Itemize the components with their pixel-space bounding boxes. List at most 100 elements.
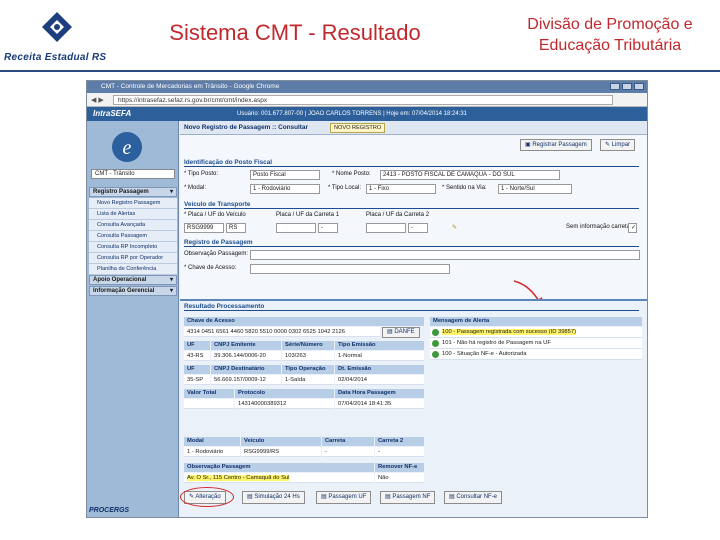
- value-data-hora: 07/04/2014 18:41:35: [335, 399, 424, 409]
- value-tipo-emissao: 1-Normal: [335, 351, 424, 361]
- window-titlebar: CMT - Controle de Mercadorias em Trânsit…: [87, 81, 647, 93]
- system-select[interactable]: CMT - Trânsito: [91, 169, 175, 179]
- input-carreta-2[interactable]: [366, 223, 406, 233]
- header-alerta: Mensagem de Alerta: [430, 317, 642, 326]
- address-bar: ◀ ▶ https://intrasefaz.sefaz.rs.gov.br/c…: [87, 93, 647, 107]
- receita-estadual-logo: Receita Estadual RS: [4, 6, 112, 68]
- value-carreta: -: [322, 447, 374, 457]
- sidebar-item-novo-registro[interactable]: Novo Registro Passagem: [89, 198, 177, 209]
- passagem-uf-button[interactable]: ▤ Passagem UF: [316, 491, 372, 504]
- url-field[interactable]: https://intrasefaz.sefaz.rs.gov.br/cmt/c…: [113, 95, 613, 105]
- search-icon[interactable]: ✎: [452, 224, 457, 231]
- value-uf-destino: 35-SP: [184, 375, 210, 385]
- diamond-logo-icon: [42, 12, 72, 42]
- value-remover: Não: [375, 473, 424, 483]
- register-button[interactable]: ▣ Registrar Passagem: [520, 139, 592, 151]
- select-uf[interactable]: RS: [226, 223, 246, 233]
- logo-text: Receita Estadual RS: [4, 52, 107, 63]
- slide: Receita Estadual RS Sistema CMT - Result…: [0, 0, 720, 540]
- value-carreta-2: -: [375, 447, 424, 457]
- checkbox-sem-carreta[interactable]: ✓: [628, 223, 637, 233]
- intranet-logo: IntraSEFA: [93, 109, 132, 118]
- select-modal[interactable]: 1 - Rodoviário: [250, 184, 320, 194]
- select-uf-carreta-2[interactable]: -: [408, 223, 428, 233]
- sidebar-group-informacao[interactable]: Informação Gerencial ▾: [89, 286, 177, 296]
- section-local: Identificação do Posto Fiscal: [184, 159, 639, 167]
- danfe-button[interactable]: ▤ DANFE: [382, 327, 420, 338]
- intranet-bar: IntraSEFA Usuário: 001.677.807-00 | JOAO…: [87, 107, 647, 121]
- alert-row: 100 - Situação NF-e - Autorizada: [430, 349, 642, 360]
- value-dt-emissao: 02/04/2014: [335, 375, 424, 385]
- check-circle-icon: [432, 329, 439, 336]
- svg-text:e: e: [123, 137, 132, 159]
- label-chave-acesso: * Chave de Acesso:: [184, 265, 237, 271]
- value-chave: 4314 0451 6561 4460 5820 5510 0000 0302 …: [184, 327, 380, 337]
- select-sentido[interactable]: 1 - Norte/Sul: [498, 184, 572, 194]
- label-observacao: Observação Passagem:: [184, 251, 249, 257]
- value-cnpj-destinatario: 56.669.157/0009-12: [211, 375, 281, 385]
- header-uf: UF: [184, 341, 210, 350]
- sidebar-item-lista-alertas[interactable]: Lista de Alertas: [89, 209, 177, 220]
- input-placa[interactable]: RSG9999: [184, 223, 224, 233]
- select-tipo-posto[interactable]: Posto Fiscal: [250, 170, 320, 180]
- header-carreta-2: Carreta 2: [375, 437, 424, 446]
- sidebar-item-consulta-rp-incompleto[interactable]: Consulta RP Incompleto: [89, 242, 177, 253]
- sidebar-menu: Registro Passagem ▾ Novo Registro Passage…: [89, 187, 177, 297]
- label-carreta-1: Placa / UF da Carreta 1: [276, 212, 340, 218]
- label-sentido: * Sentido na Via:: [442, 185, 487, 191]
- value-observacao: Av. O Sr., 115 Centro - Camaquã do Sul: [184, 473, 374, 483]
- maximize-icon[interactable]: [622, 83, 632, 90]
- value-protocolo: 143140000389312: [235, 399, 334, 409]
- input-observacao[interactable]: [250, 250, 640, 260]
- clear-button[interactable]: ✎ Limpar: [600, 139, 636, 151]
- header-chave: Chave de Acesso: [184, 317, 424, 326]
- back-forward-icon[interactable]: ◀ ▶: [91, 96, 104, 104]
- minimize-icon[interactable]: [610, 83, 620, 90]
- tab-novo-registro[interactable]: NOVO REGISTRO: [330, 123, 386, 133]
- select-nome-posto[interactable]: 2413 - POSTO FISCAL DE CAMAQUÃ - DO SUL: [380, 170, 560, 180]
- input-chave-acesso[interactable]: [250, 264, 450, 274]
- sidebar-group-registro[interactable]: Registro Passagem ▾: [89, 187, 177, 197]
- value-uf: 43-RS: [184, 351, 210, 361]
- chevron-down-icon: ▾: [169, 189, 173, 195]
- sidebar-item-consulta-avancada[interactable]: Consulta Avançada: [89, 220, 177, 231]
- header-carreta: Carreta: [322, 437, 374, 446]
- header-veiculo: Veículo: [241, 437, 321, 446]
- close-icon[interactable]: [634, 83, 644, 90]
- alert-row: 100 - Passagem registrada com sucesso (I…: [430, 327, 642, 338]
- label-modal: * Modal:: [184, 185, 207, 191]
- value-modal: 1 - Rodoviário: [184, 447, 240, 457]
- header-tipo-operacao: Tipo Operação: [282, 365, 334, 374]
- sidebar-item-consulta-passagem[interactable]: Consulta Passagem: [89, 231, 177, 242]
- header-valor-total: Valor Total: [184, 389, 234, 398]
- window-title: CMT - Controle de Mercadorias em Trânsit…: [101, 83, 280, 90]
- user-info: Usuário: 001.677.807-00 | JOAO CARLOS TO…: [237, 111, 468, 117]
- header-observacao: Observação Passagem: [184, 463, 374, 472]
- sidebar-item-planilha[interactable]: Planilha de Conferência: [89, 264, 177, 275]
- input-carreta-1[interactable]: [276, 223, 316, 233]
- label-tipo-local: * Tipo Local:: [328, 185, 362, 191]
- chevron-down-icon: ▾: [169, 288, 173, 294]
- sidebar-item-consulta-rp-operador[interactable]: Consulta RP por Operador: [89, 253, 177, 264]
- department-name: Divisão de Promoção e Educação Tributári…: [500, 14, 720, 56]
- value-tipo-operacao: 1-Saída: [282, 375, 334, 385]
- chevron-down-icon: ▾: [169, 277, 173, 283]
- highlight-circle-icon: [180, 487, 234, 507]
- app-screenshot: CMT - Controle de Mercadorias em Trânsit…: [86, 80, 648, 518]
- header-uf-destino: UF: [184, 365, 210, 374]
- department-line-2: Educação Tributária: [538, 37, 682, 54]
- procergs-logo: PROCERGS: [89, 507, 130, 514]
- header-protocolo: Protocolo: [235, 389, 334, 398]
- label-placa: * Placa / UF do Veículo: [184, 212, 246, 218]
- page-tabrow: Novo Registro de Passagem :: Consultar N…: [180, 121, 647, 135]
- header-serie: Série/Número: [282, 341, 334, 350]
- header-cnpj-emitente: CNPJ Emitente: [211, 341, 281, 350]
- passagem-nf-button[interactable]: ▤ Passagem NF: [380, 491, 436, 504]
- select-uf-carreta-1[interactable]: -: [318, 223, 338, 233]
- select-tipo-local[interactable]: 1 - Fixo: [366, 184, 436, 194]
- header-dt-emissao: Dt. Emissão: [335, 365, 424, 374]
- consultar-nfe-button[interactable]: ▤ Consultar NF-e: [444, 491, 503, 504]
- simulacao-button[interactable]: ▤ Simulação 24 Hs: [242, 491, 305, 504]
- header-cnpj-destinatario: CNPJ Destinatário: [211, 365, 281, 374]
- sidebar-group-apoio[interactable]: Apoio Operacional ▾: [89, 275, 177, 285]
